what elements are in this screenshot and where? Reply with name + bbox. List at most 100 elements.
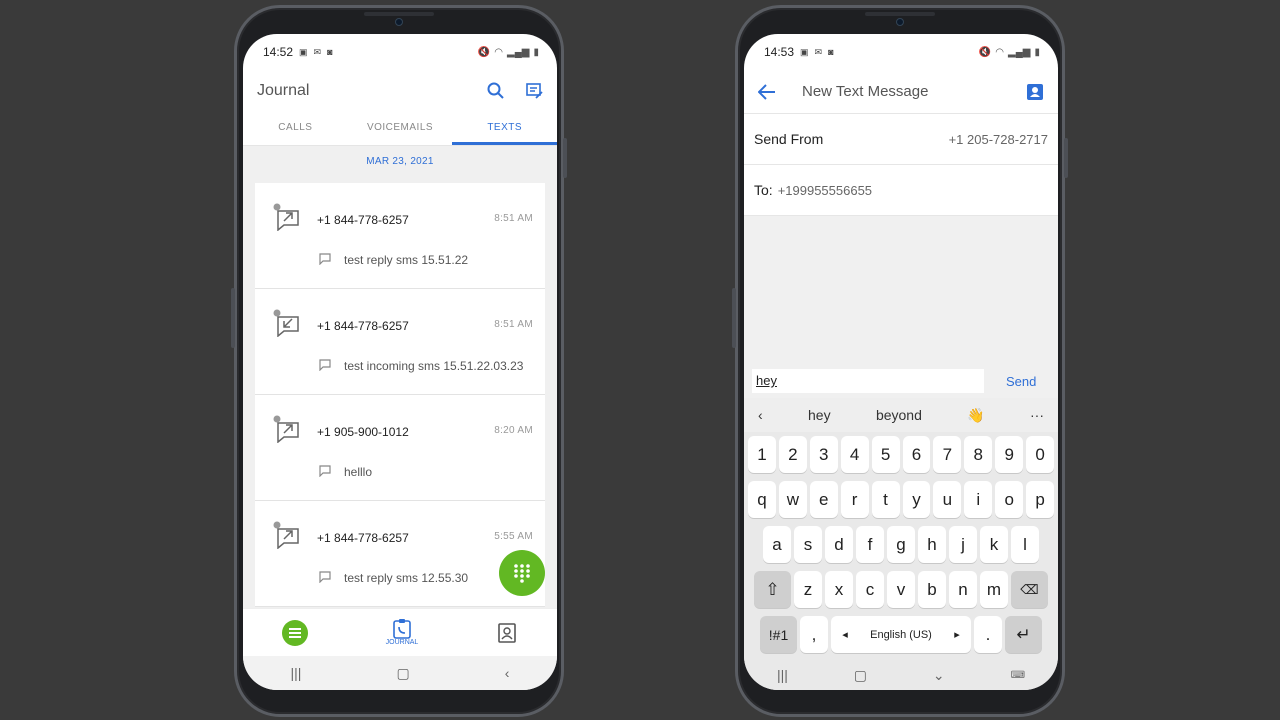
key[interactable]: f bbox=[856, 526, 884, 563]
list-item[interactable]: +1 844-778-6257 8:51 AM test incoming sm… bbox=[255, 289, 545, 395]
side-button bbox=[231, 288, 235, 348]
key[interactable]: e bbox=[809, 481, 838, 518]
shift-key[interactable]: ⇧ bbox=[754, 571, 791, 608]
message-time: 8:51 AM bbox=[494, 213, 533, 224]
key[interactable]: 2 bbox=[778, 436, 807, 473]
message-bubble-icon bbox=[319, 359, 331, 371]
key[interactable]: 6 bbox=[902, 436, 931, 473]
key[interactable]: z bbox=[794, 571, 822, 608]
suggestion-3[interactable]: 👋 bbox=[967, 407, 984, 424]
backspace-key[interactable]: ⌫ bbox=[1011, 571, 1048, 608]
list-item[interactable]: +1 905-900-1012 8:20 AM helllo bbox=[255, 395, 545, 501]
list-item[interactable]: +1 844-778-6257 5:55 AM test reply sms 1… bbox=[255, 501, 545, 607]
record-icon: ◙ bbox=[828, 47, 834, 57]
send-button[interactable]: Send bbox=[1006, 374, 1036, 389]
tab-voicemails[interactable]: VOICEMAILS bbox=[348, 112, 453, 145]
key[interactable]: q bbox=[747, 481, 776, 518]
back-button[interactable]: ‹ bbox=[505, 665, 510, 681]
back-arrow-icon[interactable] bbox=[758, 83, 776, 100]
key[interactable]: b bbox=[918, 571, 946, 608]
journal-icon bbox=[393, 619, 411, 639]
texts-list[interactable]: MAR 23, 2021 +1 844-778-6257 8:51 AM tes… bbox=[243, 146, 557, 608]
key[interactable]: 0 bbox=[1026, 436, 1055, 473]
key[interactable]: d bbox=[825, 526, 853, 563]
key[interactable]: 4 bbox=[840, 436, 869, 473]
key[interactable]: m bbox=[980, 571, 1008, 608]
contact-book-icon[interactable] bbox=[1026, 83, 1044, 101]
key[interactable]: y bbox=[902, 481, 931, 518]
dialpad-fab[interactable] bbox=[499, 550, 545, 596]
system-nav: ||| ▢ ⌄ ⌨ bbox=[744, 658, 1058, 690]
key[interactable]: x bbox=[825, 571, 853, 608]
key[interactable]: a bbox=[763, 526, 791, 563]
key[interactable]: 7 bbox=[933, 436, 962, 473]
suggestion-2[interactable]: beyond bbox=[876, 407, 922, 423]
nav-contacts[interactable] bbox=[496, 622, 518, 644]
side-button bbox=[1064, 138, 1068, 178]
key[interactable]: 5 bbox=[871, 436, 900, 473]
symbols-key[interactable]: !#1 bbox=[760, 616, 797, 653]
nav-journal[interactable]: JOURNAL bbox=[386, 619, 418, 646]
message-preview: test incoming sms 15.51.22.03.23 bbox=[344, 359, 524, 373]
message-input[interactable]: hey bbox=[752, 369, 984, 393]
key[interactable]: c bbox=[856, 571, 884, 608]
send-from-row[interactable]: Send From +1 205-728-2717 bbox=[744, 114, 1058, 165]
to-field[interactable]: +199955556655 bbox=[778, 183, 872, 198]
enter-key[interactable]: ↵ bbox=[1005, 616, 1042, 653]
suggestions-back-icon[interactable]: ‹ bbox=[758, 407, 763, 423]
key[interactable]: s bbox=[794, 526, 822, 563]
arrow-right-icon: ▸ bbox=[954, 629, 960, 641]
tab-calls[interactable]: CALLS bbox=[243, 112, 348, 145]
key[interactable]: 9 bbox=[995, 436, 1024, 473]
key[interactable]: k bbox=[980, 526, 1008, 563]
home-button[interactable]: ▢ bbox=[396, 665, 409, 682]
key[interactable]: o bbox=[995, 481, 1024, 518]
key[interactable]: r bbox=[840, 481, 869, 518]
home-button[interactable]: ▢ bbox=[854, 667, 867, 684]
key[interactable]: n bbox=[949, 571, 977, 608]
tab-texts[interactable]: TEXTS bbox=[452, 112, 557, 145]
key[interactable]: u bbox=[933, 481, 962, 518]
key[interactable]: 8 bbox=[964, 436, 993, 473]
dialpad-icon bbox=[514, 564, 530, 583]
key[interactable]: w bbox=[778, 481, 807, 518]
keyboard-icon[interactable]: ⌨ bbox=[1011, 670, 1025, 681]
recents-button[interactable]: ||| bbox=[777, 667, 788, 683]
space-key[interactable]: ◂ English (US) ▸ bbox=[831, 616, 971, 653]
shift-icon: ⇧ bbox=[765, 579, 780, 599]
right-phone: 14:53 ▣ ✉ ◙ 🔇 ◠ ▂▄▆ ▮ New Text Message S… bbox=[732, 5, 1068, 717]
key[interactable]: j bbox=[949, 526, 977, 563]
comma-key[interactable]: , bbox=[800, 616, 828, 653]
key[interactable]: g bbox=[887, 526, 915, 563]
recents-button[interactable]: ||| bbox=[291, 665, 302, 681]
message-bubble-icon bbox=[319, 571, 331, 583]
to-row: To: +199955556655 bbox=[744, 165, 1058, 216]
key[interactable]: p bbox=[1026, 481, 1055, 518]
key[interactable]: l bbox=[1011, 526, 1039, 563]
battery-icon: ▮ bbox=[1034, 46, 1040, 58]
mail-icon: ✉ bbox=[814, 46, 823, 57]
keyboard-row-numbers: 1 2 3 4 5 6 7 8 9 0 bbox=[747, 436, 1055, 473]
search-icon[interactable] bbox=[487, 82, 505, 100]
front-camera bbox=[896, 18, 904, 26]
list-item[interactable]: +1 844-778-6257 8:51 AM test reply sms 1… bbox=[255, 183, 545, 289]
date-header: MAR 23, 2021 bbox=[366, 156, 434, 167]
compose-icon[interactable] bbox=[525, 82, 543, 100]
outgoing-sms-icon bbox=[273, 203, 301, 232]
key[interactable]: 3 bbox=[809, 436, 838, 473]
mail-icon: ✉ bbox=[313, 46, 322, 57]
key[interactable]: i bbox=[964, 481, 993, 518]
key[interactable]: t bbox=[871, 481, 900, 518]
key[interactable]: v bbox=[887, 571, 915, 608]
suggestion-1[interactable]: hey bbox=[808, 407, 831, 423]
key[interactable]: 1 bbox=[747, 436, 776, 473]
outgoing-sms-icon bbox=[273, 415, 301, 444]
hide-keyboard-button[interactable]: ⌄ bbox=[933, 667, 945, 684]
app-bar: Journal bbox=[243, 70, 557, 112]
space-label: English (US) bbox=[870, 628, 932, 641]
status-time: 14:53 bbox=[764, 45, 795, 59]
period-key[interactable]: . bbox=[974, 616, 1002, 653]
nav-menu[interactable] bbox=[281, 619, 308, 646]
more-icon[interactable]: ··· bbox=[1030, 407, 1044, 423]
key[interactable]: h bbox=[918, 526, 946, 563]
